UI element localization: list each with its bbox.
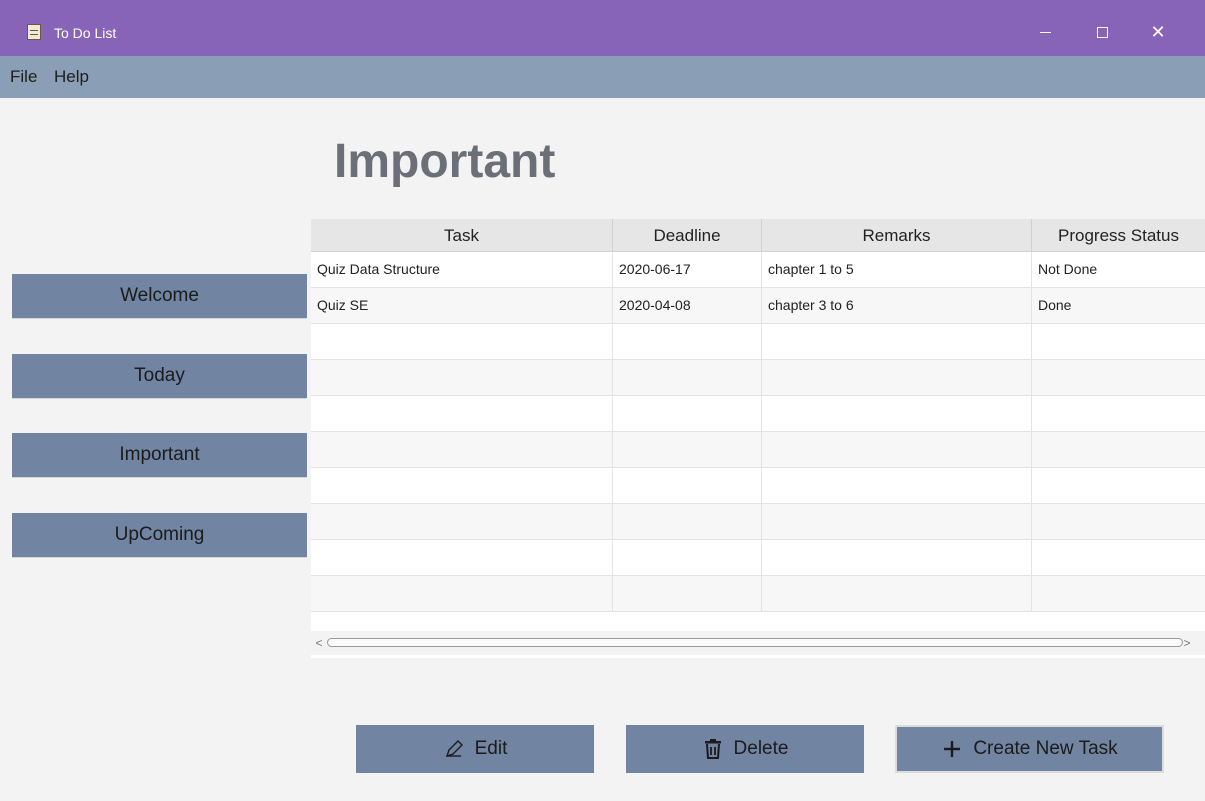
empty-cell bbox=[311, 360, 613, 395]
menu-file[interactable]: File bbox=[10, 67, 37, 87]
task-table[interactable]: Task Deadline Remarks Progress Status Qu… bbox=[311, 219, 1205, 658]
scroll-left-icon[interactable]: < bbox=[313, 635, 325, 651]
empty-table-row bbox=[311, 468, 1205, 504]
table-row[interactable]: Quiz SE 2020-04-08 chapter 3 to 6 Done bbox=[311, 288, 1205, 324]
empty-cell bbox=[762, 468, 1032, 503]
empty-cell bbox=[613, 324, 762, 359]
empty-cell bbox=[311, 468, 613, 503]
cell-task: Quiz SE bbox=[311, 288, 613, 323]
empty-table-row bbox=[311, 504, 1205, 540]
empty-cell bbox=[762, 504, 1032, 539]
empty-cell bbox=[762, 396, 1032, 431]
empty-cell bbox=[311, 540, 613, 575]
maximize-icon bbox=[1096, 26, 1108, 38]
delete-label: Delete bbox=[733, 738, 789, 759]
empty-cell bbox=[1032, 396, 1205, 431]
window-title: To Do List bbox=[54, 25, 117, 41]
menu-bar: File Help bbox=[0, 56, 1205, 98]
empty-table-row bbox=[311, 324, 1205, 360]
edit-button[interactable]: Edit bbox=[356, 725, 594, 773]
column-header-deadline[interactable]: Deadline bbox=[613, 219, 762, 251]
delete-button[interactable]: Delete bbox=[626, 725, 864, 773]
empty-cell bbox=[311, 396, 613, 431]
trash-icon bbox=[702, 738, 724, 760]
empty-table-row bbox=[311, 540, 1205, 576]
empty-cell bbox=[762, 360, 1032, 395]
empty-cell bbox=[613, 468, 762, 503]
close-icon: ✕ bbox=[1150, 21, 1166, 42]
empty-cell bbox=[311, 576, 613, 611]
empty-cell bbox=[762, 432, 1032, 467]
empty-cell bbox=[311, 432, 613, 467]
empty-table-row bbox=[311, 396, 1205, 432]
empty-cell bbox=[613, 432, 762, 467]
title-bar: To Do List ✕ bbox=[0, 0, 1205, 56]
create-new-task-label: Create New Task bbox=[973, 738, 1118, 759]
cell-remarks: chapter 3 to 6 bbox=[762, 288, 1032, 323]
sidebar-item-welcome[interactable]: Welcome bbox=[12, 274, 307, 318]
empty-cell bbox=[1032, 360, 1205, 395]
empty-cell bbox=[613, 504, 762, 539]
create-new-task-button[interactable]: Create New Task bbox=[895, 725, 1164, 773]
empty-cell bbox=[613, 360, 762, 395]
empty-cell bbox=[1032, 540, 1205, 575]
empty-cell bbox=[613, 576, 762, 611]
empty-cell bbox=[613, 540, 762, 575]
empty-cell bbox=[1032, 468, 1205, 503]
empty-table-row bbox=[311, 576, 1205, 612]
menu-help[interactable]: Help bbox=[54, 67, 89, 87]
empty-cell bbox=[1032, 432, 1205, 467]
sidebar-item-important[interactable]: Important bbox=[12, 433, 307, 477]
scrollbar-thumb[interactable] bbox=[327, 638, 1183, 647]
minimize-button[interactable] bbox=[1022, 14, 1068, 50]
empty-cell bbox=[311, 324, 613, 359]
scroll-right-icon[interactable]: > bbox=[1181, 635, 1193, 651]
empty-cell bbox=[1032, 576, 1205, 611]
empty-table-row bbox=[311, 360, 1205, 396]
cell-deadline: 2020-06-17 bbox=[613, 252, 762, 287]
cell-progress-status: Done bbox=[1038, 297, 1072, 313]
sidebar-item-today[interactable]: Today bbox=[12, 354, 307, 398]
empty-cell bbox=[762, 540, 1032, 575]
column-header-remarks[interactable]: Remarks bbox=[762, 219, 1032, 251]
close-button[interactable]: ✕ bbox=[1135, 14, 1181, 50]
table-body: Quiz Data Structure 2020-06-17 chapter 1… bbox=[311, 252, 1205, 612]
cell-task: Quiz Data Structure bbox=[311, 252, 613, 287]
page-title: Important bbox=[334, 135, 556, 188]
edit-label: Edit bbox=[474, 738, 508, 759]
column-header-progress-status[interactable]: Progress Status bbox=[1032, 219, 1205, 251]
table-row[interactable]: Quiz Data Structure 2020-06-17 chapter 1… bbox=[311, 252, 1205, 288]
empty-cell bbox=[762, 324, 1032, 359]
sidebar-item-upcoming[interactable]: UpComing bbox=[12, 513, 307, 557]
cell-deadline: 2020-04-08 bbox=[613, 288, 762, 323]
empty-cell bbox=[762, 576, 1032, 611]
horizontal-scrollbar[interactable]: < > bbox=[311, 631, 1205, 655]
minimize-icon bbox=[1039, 31, 1051, 33]
table-header: Task Deadline Remarks Progress Status bbox=[311, 219, 1205, 252]
cell-progress-status: Not Done bbox=[1038, 261, 1098, 277]
column-header-task[interactable]: Task bbox=[311, 219, 613, 251]
plus-icon bbox=[941, 738, 963, 760]
cell-remarks: chapter 1 to 5 bbox=[762, 252, 1032, 287]
empty-table-row bbox=[311, 432, 1205, 468]
app-notepad-icon bbox=[27, 24, 41, 40]
pencil-icon bbox=[443, 738, 465, 760]
maximize-button[interactable] bbox=[1079, 14, 1125, 50]
empty-cell bbox=[613, 396, 762, 431]
empty-cell bbox=[1032, 324, 1205, 359]
empty-cell bbox=[311, 504, 613, 539]
empty-cell bbox=[1032, 504, 1205, 539]
